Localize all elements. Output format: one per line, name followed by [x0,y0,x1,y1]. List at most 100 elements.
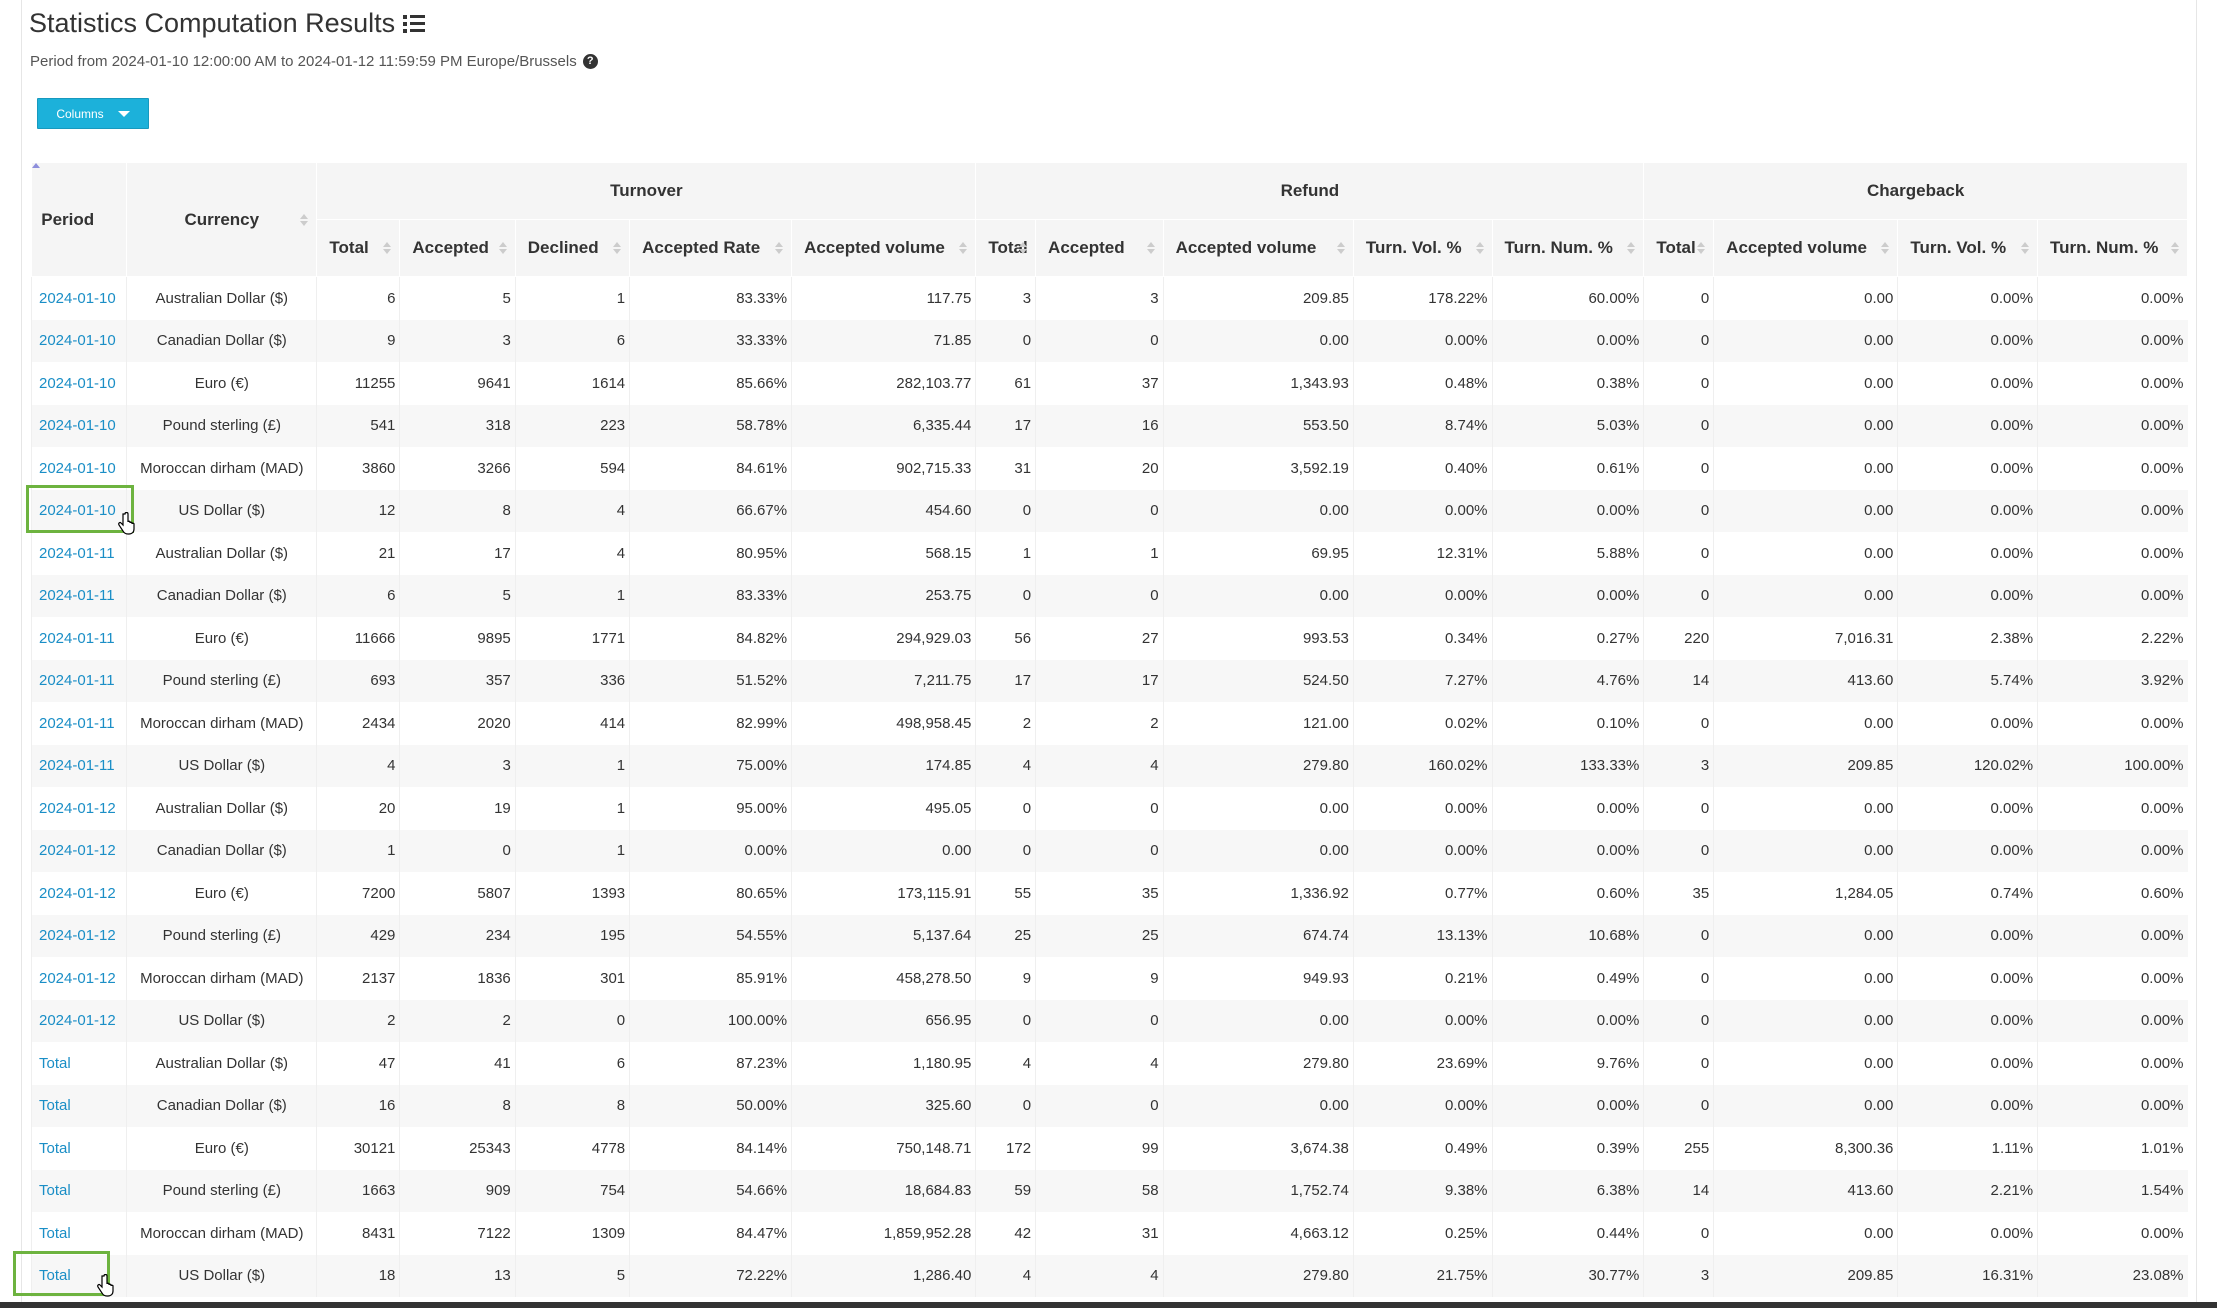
columns-dropdown-button[interactable]: Columns [37,98,149,129]
value-cell: 13 [399,1254,516,1297]
header-refund-turn-num[interactable]: Turn. Num. % [1491,219,1645,277]
header-chargeback-accepted-volume[interactable]: Accepted volume [1713,219,1899,277]
period-link[interactable]: Total [39,1140,71,1157]
period-link[interactable]: Total [39,1182,71,1199]
period-link[interactable]: 2024-01-12 [39,842,116,859]
period-link[interactable]: 2024-01-11 [39,715,115,732]
value-cell: 656.95 [791,999,976,1042]
value-cell: 3 [1643,1254,1714,1297]
table-row: Total Pound sterling (£) 1663 909 754 54.66% 1… [30,1169,2188,1212]
period-link[interactable]: 2024-01-10 [39,502,116,519]
sort-icon [613,242,622,254]
header-chargeback-turn-num[interactable]: Turn. Num. % [2037,219,2188,277]
header-turnover-total[interactable]: Total [316,219,401,277]
header-turnover-accepted-volume[interactable]: Accepted volume [791,219,977,277]
value-cell: 5 [399,574,516,617]
period-link[interactable]: 2024-01-10 [39,332,116,349]
value-cell: 0.00 [1162,1084,1354,1127]
value-cell: 0.00 [1162,574,1354,617]
value-cell: 0 [975,574,1036,617]
period-link[interactable]: Total [39,1267,71,1284]
value-cell: 0.00% [1491,829,1644,872]
value-cell: 133.33% [1491,744,1644,787]
header-refund-accepted[interactable]: Accepted [1035,219,1164,277]
page-title: Statistics Computation Results [29,8,426,39]
value-cell: 0.00 [1162,787,1354,830]
period-link[interactable]: 2024-01-12 [39,800,116,817]
value-cell: 0.25% [1352,1212,1493,1255]
value-cell: 8 [399,1084,516,1127]
period-link[interactable]: Total [39,1225,71,1242]
period-link[interactable]: 2024-01-10 [39,375,116,392]
value-cell: 750,148.71 [791,1127,976,1170]
period-link[interactable]: 2024-01-10 [39,417,116,434]
value-cell: 0 [1643,574,1714,617]
currency-cell: Canadian Dollar ($) [126,829,317,872]
value-cell: 693 [316,659,400,702]
period-link[interactable]: 2024-01-10 [39,290,116,307]
period-link[interactable]: 2024-01-12 [39,885,116,902]
value-cell: 0 [975,319,1036,362]
right-frame-line [2196,0,2197,1308]
header-refund-turn-vol[interactable]: Turn. Vol. % [1352,219,1493,277]
value-cell: 3 [1035,276,1164,320]
value-cell: 6 [316,574,400,617]
period-cell: 2024-01-12 [30,914,127,957]
value-cell: 0.00 [1162,829,1354,872]
period-link[interactable]: 2024-01-11 [39,545,115,562]
period-link[interactable]: Total [39,1097,71,1114]
period-link[interactable]: Total [39,1055,71,1072]
value-cell: 0.00% [1897,362,2038,405]
period-link[interactable]: 2024-01-11 [39,757,115,774]
period-link[interactable]: 2024-01-12 [39,1012,116,1029]
period-link[interactable]: 2024-01-10 [39,460,116,477]
value-cell: 23.69% [1352,1042,1493,1085]
value-cell: 0.00% [2037,489,2188,532]
value-cell: 0.00 [1713,957,1898,1000]
value-cell: 0.00% [1897,787,2038,830]
period-link[interactable]: 2024-01-11 [39,630,115,647]
period-link[interactable]: 2024-01-11 [39,672,115,689]
value-cell: 3 [1643,744,1714,787]
header-period[interactable]: Period [30,162,128,277]
value-cell: 178.22% [1352,276,1493,320]
period-link[interactable]: 2024-01-11 [39,587,115,604]
value-cell: 0.00% [1491,574,1644,617]
value-cell: 0.00% [1491,1084,1644,1127]
value-cell: 10.68% [1491,914,1644,957]
header-chargeback-total[interactable]: Total [1643,219,1715,277]
period-cell: Total [30,1084,127,1127]
question-circle-icon[interactable]: ? [582,54,598,69]
value-cell: 0.00% [1352,319,1493,362]
header-turnover-accepted-rate[interactable]: Accepted Rate [629,219,793,277]
value-cell: 80.95% [629,532,792,575]
value-cell: 2 [316,999,400,1042]
value-cell: 357 [399,659,516,702]
header-refund-accepted-volume[interactable]: Accepted volume [1162,219,1354,277]
chevron-down-icon [117,110,130,117]
header-turnover-declined[interactable]: Declined [514,219,631,277]
value-cell: 23.08% [2037,1254,2188,1297]
value-cell: 0.00% [2037,276,2188,320]
value-cell: 223 [514,404,630,447]
list-icon[interactable] [403,14,426,33]
period-link[interactable]: 2024-01-12 [39,927,116,944]
header-chargeback-turn-vol[interactable]: Turn. Vol. % [1897,219,2039,277]
header-label: Turn. Vol. % [1365,238,1462,257]
value-cell: 279.80 [1162,1042,1354,1085]
sort-ascending-icon [109,214,117,226]
value-cell: 0.00% [1897,532,2038,575]
table-row: 2024-01-11 US Dollar ($) 4 3 1 75.00% 174.85 4 4… [30,744,2188,787]
value-cell: 33.33% [629,319,792,362]
header-refund-total[interactable]: Total [975,219,1037,277]
value-cell: 0.00% [2037,362,2188,405]
header-currency[interactable]: Currency [126,162,318,277]
table-row: 2024-01-11 Moroccan dirham (MAD) 2434 2020 4… [30,702,2188,745]
value-cell: 0.00 [1713,1084,1898,1127]
value-cell: 17 [975,659,1036,702]
period-link[interactable]: 2024-01-12 [39,970,116,987]
header-turnover-accepted[interactable]: Accepted [399,219,516,277]
value-cell: 8 [399,489,516,532]
value-cell: 0.00% [1352,574,1493,617]
value-cell: 1.11% [1897,1127,2038,1170]
